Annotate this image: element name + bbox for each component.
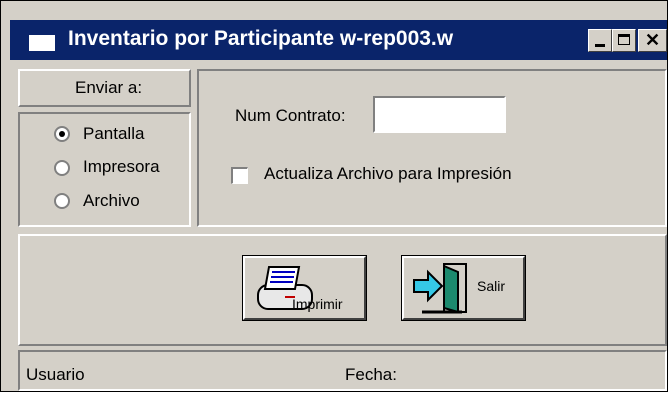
form-panel: Num Contrato: Actualiza Archivo para Imp… [197,69,667,227]
send-to-header: Enviar a: [18,69,191,107]
close-button[interactable]: ✕ [638,29,667,52]
status-bar: Usuario Fecha: [18,350,667,391]
contract-label: Num Contrato: [235,106,346,125]
maximize-button[interactable] [612,29,636,52]
exit-button-label: Salir [477,278,506,294]
window-title: Inventario por Participante w-rep003.w [68,27,454,50]
app-window: Inventario por Participante w-rep003.w ✕… [0,0,668,392]
status-user-label: Usuario [26,365,85,384]
update-file-label[interactable]: Actualiza Archivo para Impresión [264,164,512,184]
exit-door-icon [413,263,467,314]
print-button-label: Imprimir [292,296,343,312]
button-bar: Imprimir Salir [18,234,667,346]
exit-button[interactable]: Salir [401,255,526,321]
close-icon: ✕ [644,30,661,50]
print-button[interactable]: Imprimir [242,255,367,321]
radio-pantalla-button[interactable] [54,126,70,142]
radio-archivo-label[interactable]: Archivo [83,191,140,211]
title-bar[interactable]: Inventario por Participante w-rep003.w ✕ [10,20,667,60]
radio-impresora-button[interactable] [54,160,70,176]
minimize-button[interactable] [588,29,612,52]
radio-pantalla-label[interactable]: Pantalla [83,124,144,144]
send-to-group: Pantalla Impresora Archivo [18,112,191,227]
window-icon [29,31,55,51]
radio-archivo-button[interactable] [54,193,70,209]
update-file-checkbox[interactable] [231,167,248,184]
status-date-label: Fecha: [345,365,397,384]
send-to-label: Enviar a: [75,78,143,97]
contract-input[interactable] [373,96,506,133]
radio-impresora-label[interactable]: Impresora [83,157,160,177]
